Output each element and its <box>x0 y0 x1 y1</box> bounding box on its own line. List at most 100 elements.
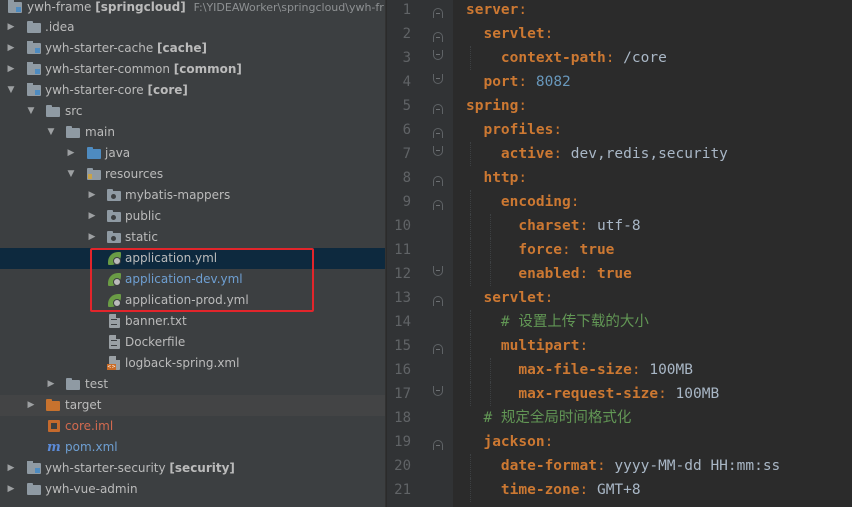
fold-collapse-icon[interactable] <box>433 266 443 276</box>
chevron-down-icon[interactable]: ▼ <box>26 101 36 122</box>
tree-item-resources[interactable]: ▼ resources <box>0 164 385 185</box>
fold-expand-icon[interactable] <box>433 176 443 186</box>
code-line[interactable]: spring: <box>466 94 527 118</box>
tree-item-label: main <box>85 125 115 139</box>
yaml-separator: : <box>579 266 589 282</box>
tree-item-label: public <box>125 209 162 223</box>
tree-item-src[interactable]: ▼ src <box>0 101 385 122</box>
code-line[interactable]: jackson: <box>466 430 553 454</box>
code-comment: # 规定全局时间格式化 <box>466 410 632 426</box>
module-icon <box>27 41 43 56</box>
fold-collapse-icon[interactable] <box>433 50 443 60</box>
tree-item-idea[interactable]: ▶ .idea <box>0 17 385 38</box>
chevron-right-icon[interactable]: ▶ <box>6 38 16 59</box>
code-line[interactable]: charset: utf-8 <box>466 214 640 238</box>
line-number-text: 4 <box>402 74 411 90</box>
code-line[interactable]: multipart: <box>466 334 588 358</box>
code-line[interactable]: max-request-size: 100MB <box>466 382 719 406</box>
fold-expand-icon[interactable] <box>433 200 443 210</box>
fold-collapse-icon[interactable] <box>433 146 443 156</box>
project-tree-panel: ywh-frame [springcloud] F:\YIDEAWorker\s… <box>0 0 386 507</box>
tree-item-mybatis-mappers[interactable]: ▶ mybatis-mappers <box>0 185 385 206</box>
fold-expand-icon[interactable] <box>433 32 443 42</box>
tree-item-core-iml[interactable]: core.iml <box>0 416 385 437</box>
chevron-right-icon[interactable]: ▶ <box>6 17 16 38</box>
tree-item-banner-txt[interactable]: banner.txt <box>0 311 385 332</box>
yaml-separator: : <box>596 458 606 474</box>
tree-item-label: logback-spring.xml <box>125 356 240 370</box>
line-number: 20 <box>387 454 453 478</box>
fold-collapse-icon[interactable] <box>433 74 443 84</box>
editor-gutter: 1 2 3 4 5 6 7 8 9 10 11 12 13 14 15 16 17 18 19 20 21 <box>387 0 453 507</box>
root-path: F:\YIDEAWorker\springcloud\ywh-fr <box>193 1 384 14</box>
chevron-right-icon[interactable]: ▶ <box>6 479 16 500</box>
code-line[interactable]: context-path: /core <box>466 46 667 70</box>
chevron-right-icon[interactable]: ▶ <box>66 143 76 164</box>
fold-expand-icon[interactable] <box>433 8 443 18</box>
tree-item-label: mybatis-mappers <box>125 188 231 202</box>
code-line[interactable]: profiles: <box>466 118 562 142</box>
chevron-right-icon[interactable]: ▶ <box>46 374 56 395</box>
fold-expand-icon[interactable] <box>433 296 443 306</box>
code-line[interactable]: server: <box>466 0 527 22</box>
root-name: ywh-frame <box>27 0 92 14</box>
indent-guide <box>470 190 471 214</box>
tree-root-ywh-frame[interactable]: ywh-frame [springcloud] F:\YIDEAWorker\s… <box>0 0 385 18</box>
code-line[interactable]: max-file-size: 100MB <box>466 358 693 382</box>
code-line[interactable]: date-format: yyyy-MM-dd HH:mm:ss <box>466 454 780 478</box>
fold-expand-icon[interactable] <box>433 104 443 114</box>
tree-item-main[interactable]: ▼ main <box>0 122 385 143</box>
code-line[interactable]: active: dev,redis,security <box>466 142 728 166</box>
code-editor[interactable]: server: servlet: context-path: /core por… <box>453 0 852 507</box>
fold-expand-icon[interactable] <box>433 344 443 354</box>
tree-item-target[interactable]: ▶ target <box>0 395 385 416</box>
fold-collapse-icon[interactable] <box>433 386 443 396</box>
code-line[interactable]: time-zone: GMT+8 <box>466 478 641 502</box>
chevron-right-icon[interactable]: ▶ <box>6 458 16 479</box>
chevron-right-icon[interactable]: ▶ <box>87 206 97 227</box>
chevron-down-icon[interactable]: ▼ <box>6 80 16 101</box>
tree-item-common[interactable]: ▶ ywh-starter-common [common] <box>0 59 385 80</box>
code-line[interactable]: port: 8082 <box>466 70 570 94</box>
tree-item-public[interactable]: ▶ public <box>0 206 385 227</box>
tree-item-vue-admin[interactable]: ▶ ywh-vue-admin <box>0 479 385 500</box>
maven-icon: m <box>47 440 61 455</box>
code-line[interactable]: # 设置上传下载的大小 <box>466 310 649 334</box>
chevron-right-icon[interactable]: ▶ <box>87 227 97 248</box>
spring-leaf-icon <box>107 272 123 287</box>
chevron-right-icon[interactable]: ▶ <box>87 185 97 206</box>
tree-item-security[interactable]: ▶ ywh-starter-security [security] <box>0 458 385 479</box>
yaml-separator: : <box>544 434 554 450</box>
chevron-right-icon[interactable]: ▶ <box>26 395 36 416</box>
yaml-value: /core <box>614 50 667 66</box>
line-number: 18 <box>387 406 453 430</box>
module-icon <box>8 0 24 15</box>
chevron-right-icon[interactable]: ▶ <box>6 59 16 80</box>
spring-leaf-icon <box>107 293 123 308</box>
code-line[interactable]: encoding: <box>466 190 580 214</box>
tree-item-java[interactable]: ▶ java <box>0 143 385 164</box>
line-number-text: 19 <box>394 434 411 450</box>
code-line[interactable]: servlet: <box>466 22 553 46</box>
tree-item-core[interactable]: ▼ ywh-starter-core [core] <box>0 80 385 101</box>
line-number: 10 <box>387 214 453 238</box>
tree-item-logback-spring-xml[interactable]: <> logback-spring.xml <box>0 353 385 374</box>
tree-item-application-dev-yml[interactable]: application-dev.yml <box>0 269 385 290</box>
tree-item-dockerfile[interactable]: Dockerfile <box>0 332 385 353</box>
yaml-key: context-path <box>466 50 606 66</box>
code-line[interactable]: # 规定全局时间格式化 <box>466 406 631 430</box>
chevron-down-icon[interactable]: ▼ <box>46 122 56 143</box>
yaml-value: dev,redis,security <box>562 146 728 162</box>
tree-item-application-yml[interactable]: application.yml <box>0 248 385 269</box>
tree-item-test[interactable]: ▶ test <box>0 374 385 395</box>
tree-item-static[interactable]: ▶ static <box>0 227 385 248</box>
code-line[interactable]: servlet: <box>466 286 553 310</box>
code-line[interactable]: http: <box>466 166 527 190</box>
code-line[interactable]: force: true <box>466 238 614 262</box>
tree-item-cache[interactable]: ▶ ywh-starter-cache [cache] <box>0 38 385 59</box>
chevron-down-icon[interactable]: ▼ <box>66 164 76 185</box>
fold-expand-icon[interactable] <box>433 128 443 138</box>
tree-item-pom-xml[interactable]: m pom.xml <box>0 437 385 458</box>
fold-expand-icon[interactable] <box>433 440 443 450</box>
tree-item-application-prod-yml[interactable]: application-prod.yml <box>0 290 385 311</box>
